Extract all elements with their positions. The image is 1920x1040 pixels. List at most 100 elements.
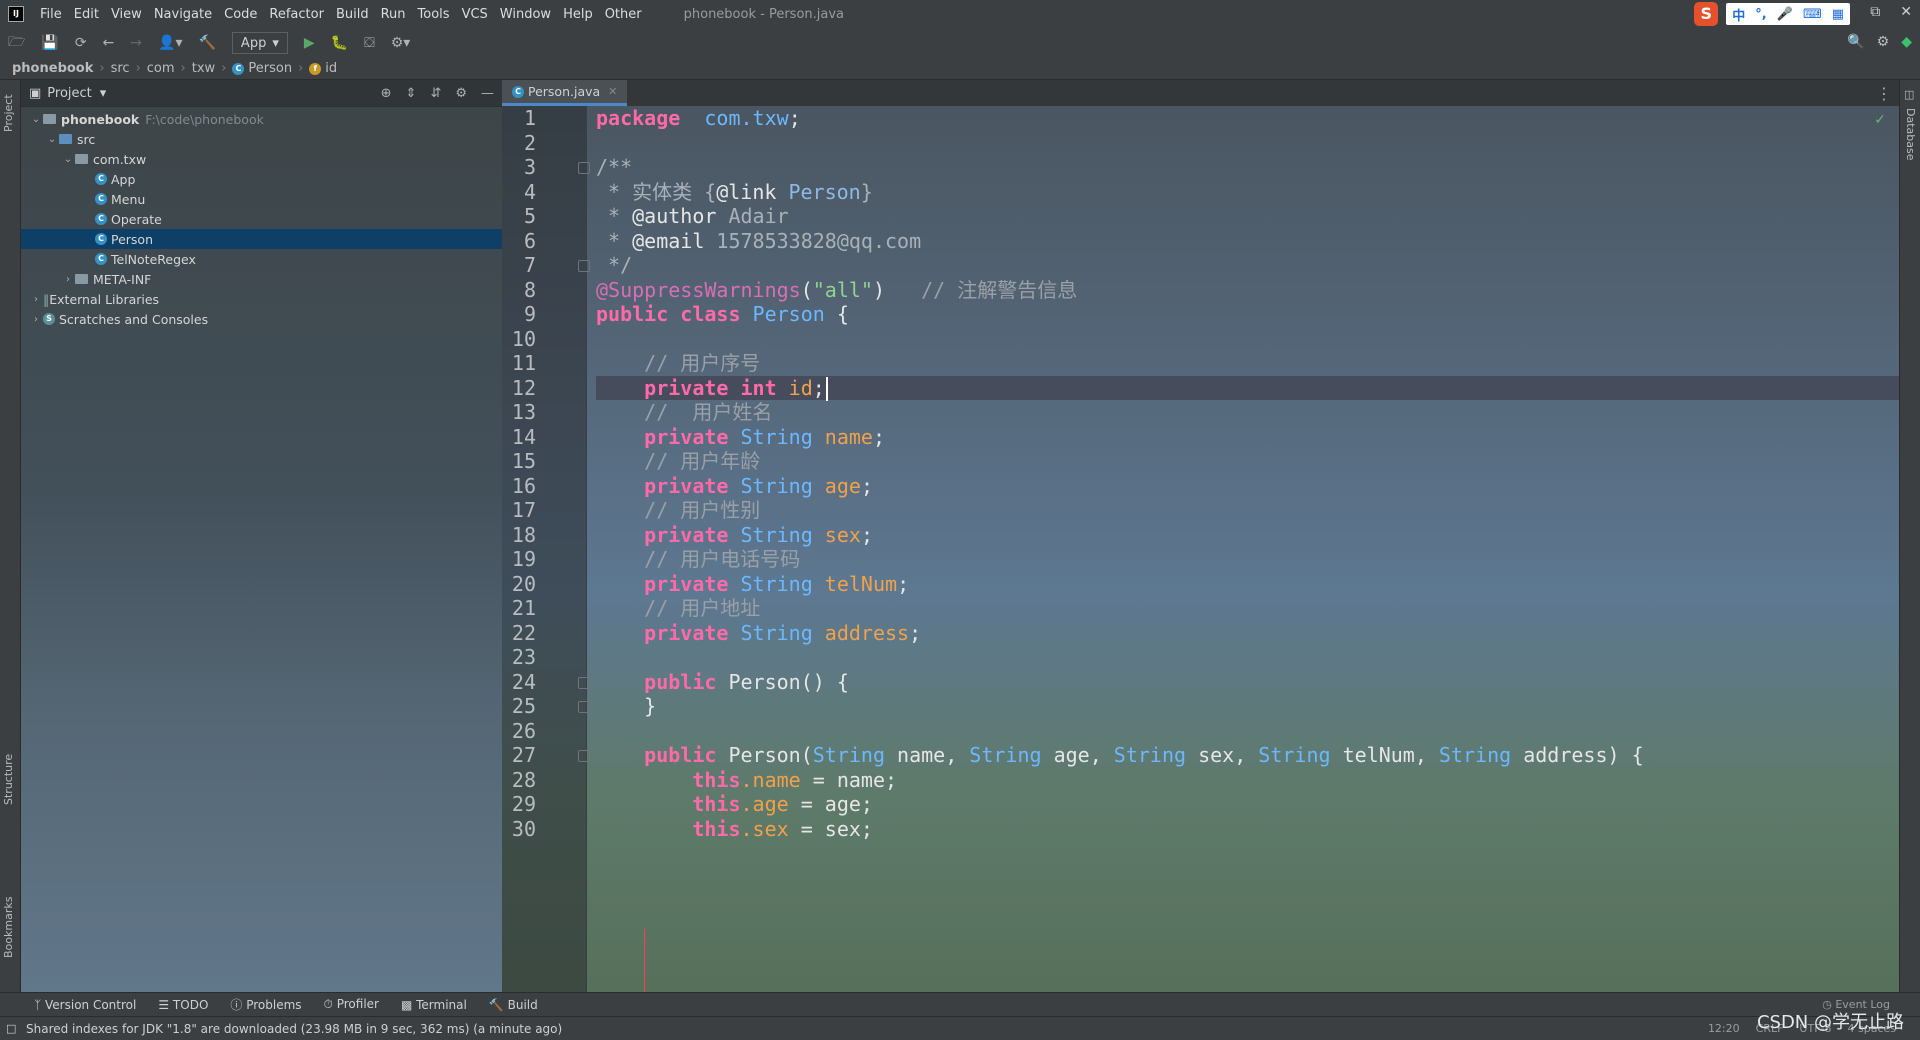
run-config-select[interactable]: App ▾	[231, 32, 288, 54]
line-number[interactable]: 12	[502, 376, 536, 401]
tree-item[interactable]: ⌄ src	[21, 129, 502, 149]
menu-vcs[interactable]: VCS	[456, 7, 494, 22]
code-line[interactable]: // 用户性别	[596, 498, 1900, 523]
chevron-down-icon[interactable]: ⌄	[61, 154, 75, 165]
code-line[interactable]: */	[596, 253, 1900, 278]
profile-icon[interactable]: ⚙▾	[391, 35, 411, 51]
tree-item[interactable]: › ‖ External Libraries	[21, 289, 502, 309]
expand-all-icon[interactable]: ⇕	[406, 86, 417, 101]
line-number[interactable]: 19	[502, 547, 536, 572]
structure-tool-tab[interactable]: Structure	[2, 754, 15, 805]
code-line[interactable]: this.sex = sex;	[596, 817, 1900, 842]
inspection-ok-icon[interactable]: ✓	[1874, 112, 1886, 128]
tree-item[interactable]: › S Scratches and Consoles	[21, 309, 502, 329]
tree-item[interactable]: C Person	[21, 229, 502, 249]
code-line[interactable]: private String name;	[596, 425, 1900, 450]
breadcrumb-txw[interactable]: txw	[192, 61, 215, 76]
close-tab-icon[interactable]: ✕	[608, 85, 617, 98]
minimize-icon[interactable]: —	[481, 86, 494, 101]
code-line[interactable]: private String age;	[596, 474, 1900, 499]
fold-marker-icon[interactable]	[578, 750, 590, 762]
menu-file[interactable]: File	[34, 7, 68, 22]
forward-arrow-icon[interactable]: →	[130, 35, 142, 51]
close-window-icon[interactable]: ✕	[1900, 4, 1912, 20]
code-line[interactable]: private String telNum;	[596, 572, 1900, 597]
line-number[interactable]: 27	[502, 743, 536, 768]
line-number[interactable]: 14	[502, 425, 536, 450]
tab-person-java[interactable]: C Person.java ✕	[502, 80, 628, 106]
restore-window-icon[interactable]: ⧉	[1870, 4, 1880, 20]
menu-other[interactable]: Other	[599, 7, 648, 22]
tool-version-control[interactable]: ᛉ Version Control	[34, 998, 136, 1012]
keyboard-icon[interactable]: ⌨	[1803, 7, 1822, 22]
code-line[interactable]: private String address;	[596, 621, 1900, 646]
fold-marker-icon[interactable]	[578, 260, 590, 272]
breadcrumb-src[interactable]: src	[111, 61, 130, 76]
line-number[interactable]: 11	[502, 351, 536, 376]
breadcrumb-person[interactable]: Person	[248, 61, 292, 76]
save-all-icon[interactable]: 💾	[41, 35, 58, 51]
chevron-right-icon[interactable]: ›	[29, 314, 43, 325]
line-number[interactable]: 1	[502, 106, 536, 131]
code-line[interactable]: private int id;	[596, 375, 1900, 401]
code-line[interactable]: * @email 1578533828@qq.com	[596, 229, 1900, 254]
line-number[interactable]: 24	[502, 670, 536, 695]
code-line[interactable]: public Person() {	[596, 670, 1900, 695]
code-line[interactable]	[596, 645, 1900, 670]
coverage-icon[interactable]: ⛋	[364, 35, 375, 51]
code-line[interactable]	[596, 327, 1900, 352]
line-number[interactable]: 4	[502, 180, 536, 205]
code-line[interactable]: this.age = age;	[596, 792, 1900, 817]
fold-marker-icon[interactable]	[578, 162, 590, 174]
menu-navigate[interactable]: Navigate	[148, 7, 218, 22]
chevron-down-icon[interactable]: ⌄	[45, 134, 59, 145]
tree-item[interactable]: ⌄ com.txw	[21, 149, 502, 169]
menu-view[interactable]: View	[105, 7, 148, 22]
code-line[interactable]: @SuppressWarnings("all") // 注解警告信息	[596, 278, 1900, 303]
chevron-down-icon[interactable]: ▾	[100, 86, 107, 101]
line-number[interactable]: 30	[502, 817, 536, 842]
line-number[interactable]: 9	[502, 302, 536, 327]
ime-punctuation-icon[interactable]: °,	[1755, 7, 1766, 22]
code-line[interactable]: public Person(String name, String age, S…	[596, 743, 1900, 768]
line-number[interactable]: 8	[502, 278, 536, 303]
fold-marker-icon[interactable]	[578, 701, 590, 713]
code-line[interactable]: package com.txw;	[596, 106, 1900, 131]
microphone-icon[interactable]: 🎤	[1777, 7, 1793, 22]
code-line[interactable]: private String sex;	[596, 523, 1900, 548]
breadcrumb-com[interactable]: com	[147, 61, 175, 76]
debug-bug-icon[interactable]: 🐛	[331, 35, 348, 51]
back-arrow-icon[interactable]: ←	[103, 35, 115, 51]
line-number[interactable]: 2	[502, 131, 536, 156]
chevron-right-icon[interactable]: ›	[61, 274, 75, 285]
line-number[interactable]: 5	[502, 204, 536, 229]
line-number[interactable]: 17	[502, 498, 536, 523]
menu-run[interactable]: Run	[375, 7, 412, 22]
code-line[interactable]: /**	[596, 155, 1900, 180]
menu-window[interactable]: Window	[494, 7, 557, 22]
run-icon[interactable]: ▶	[304, 35, 315, 51]
sogou-logo-icon[interactable]: S	[1694, 2, 1719, 26]
tree-item[interactable]: ⌄ phonebook F:\code\phonebook	[21, 109, 502, 129]
code-line[interactable]: * @author Adair	[596, 204, 1900, 229]
status-message[interactable]: Shared indexes for JDK "1.8" are downloa…	[26, 1022, 562, 1036]
collapse-all-icon[interactable]: ⇵	[430, 86, 441, 101]
menu-code[interactable]: Code	[218, 7, 263, 22]
code-line[interactable]: this.name = name;	[596, 768, 1900, 793]
tool-terminal[interactable]: ▩ Terminal	[401, 998, 467, 1012]
line-number[interactable]: 10	[502, 327, 536, 352]
line-number[interactable]: 22	[502, 621, 536, 646]
line-number[interactable]: 7	[502, 253, 536, 278]
chevron-down-icon[interactable]: ⌄	[29, 114, 43, 125]
line-number[interactable]: 28	[502, 768, 536, 793]
line-number[interactable]: 23	[502, 645, 536, 670]
code-line[interactable]: // 用户电话号码	[596, 547, 1900, 572]
sync-icon[interactable]: ⟳	[75, 35, 87, 51]
database-icon[interactable]: ◫	[1904, 88, 1914, 101]
menu-refactor[interactable]: Refactor	[263, 7, 330, 22]
jetbrains-logo-icon[interactable]: ◆	[1901, 34, 1912, 50]
more-tabs-icon[interactable]: ⋮	[1876, 84, 1892, 103]
tool-problems[interactable]: ⓘ Problems	[230, 996, 301, 1013]
chevron-right-icon[interactable]: ›	[29, 294, 43, 305]
line-number[interactable]: 13	[502, 400, 536, 425]
